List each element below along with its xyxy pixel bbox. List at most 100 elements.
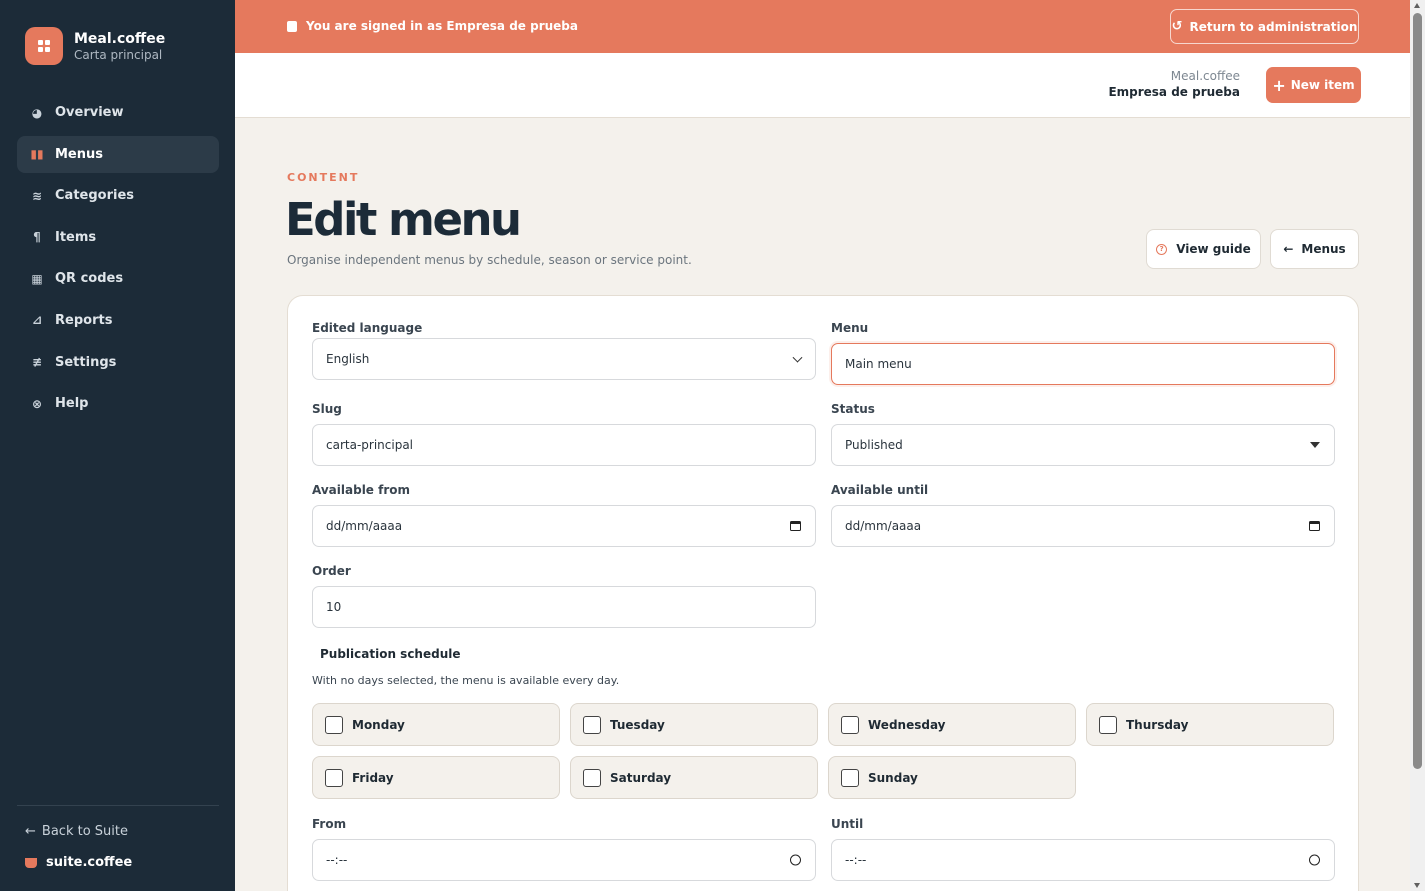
day-checkbox-tuesday[interactable]: Tuesday bbox=[570, 703, 818, 746]
utensils-icon: ¶ bbox=[33, 230, 41, 245]
impersonation-banner: You are signed in as Empresa de prueba ↺… bbox=[235, 0, 1410, 53]
calendar-icon[interactable] bbox=[790, 521, 801, 531]
day-label: Thursday bbox=[1126, 717, 1189, 732]
edited-language-select[interactable]: English bbox=[312, 338, 816, 380]
publication-schedule-description: With no days selected, the menu is avail… bbox=[312, 674, 620, 687]
until-time-value: --:-- bbox=[845, 853, 867, 867]
sidebar-item-categories[interactable]: ≋ Categories bbox=[17, 177, 219, 214]
back-to-suite-link[interactable]: ← Back to Suite bbox=[25, 824, 128, 839]
sidebar-item-label: Help bbox=[55, 396, 89, 412]
sidebar-item-label: Categories bbox=[55, 188, 135, 204]
clock-icon[interactable] bbox=[1309, 854, 1320, 866]
sidebar-item-label: Items bbox=[55, 229, 97, 245]
qr-code-icon: ▦ bbox=[31, 271, 43, 286]
scrollbar-thumb[interactable] bbox=[1413, 13, 1422, 769]
chevron-down-icon bbox=[792, 352, 803, 363]
sidebar-item-label: QR codes bbox=[55, 271, 124, 287]
available-until-date-input[interactable]: dd/mm/aaaa bbox=[831, 505, 1335, 547]
checkbox[interactable] bbox=[841, 768, 859, 787]
from-time-value: --:-- bbox=[326, 853, 348, 867]
day-label: Wednesday bbox=[868, 717, 946, 732]
app-logo-icon bbox=[25, 27, 63, 65]
new-item-button[interactable]: + New item bbox=[1266, 67, 1361, 103]
day-checkbox-sunday[interactable]: Sunday bbox=[828, 756, 1076, 799]
user-lock-icon bbox=[287, 20, 297, 32]
question-circle-icon: ? bbox=[1156, 243, 1168, 255]
return-to-administration-button[interactable]: ↺ Return to administration bbox=[1170, 9, 1359, 44]
slug-input[interactable]: carta-principal bbox=[312, 424, 816, 466]
suite-coffee-label: suite.coffee bbox=[46, 855, 133, 870]
day-label: Sunday bbox=[868, 770, 918, 785]
sidebar-item-settings[interactable]: ≢ Settings bbox=[17, 344, 219, 381]
status-select[interactable]: Published bbox=[831, 424, 1335, 466]
life-ring-icon: ⊗ bbox=[31, 396, 43, 411]
status-value: Published bbox=[845, 438, 903, 452]
edited-language-label: Edited language bbox=[312, 321, 423, 335]
menus-label: Menus bbox=[1301, 242, 1346, 256]
sidebar: Meal.coffee Carta principal ◕ Overview ▮… bbox=[0, 0, 235, 891]
calendar-icon[interactable] bbox=[1309, 521, 1320, 531]
page-scrollbar[interactable] bbox=[1410, 0, 1425, 891]
status-label: Status bbox=[831, 402, 875, 416]
day-checkbox-saturday[interactable]: Saturday bbox=[570, 756, 818, 799]
order-label: Order bbox=[312, 564, 351, 578]
checkbox[interactable] bbox=[325, 768, 343, 787]
day-checkbox-friday[interactable]: Friday bbox=[312, 756, 560, 799]
sliders-icon: ≢ bbox=[31, 355, 43, 370]
sidebar-item-menus[interactable]: ▮▮ Menus bbox=[17, 135, 219, 173]
checkbox[interactable] bbox=[841, 715, 859, 734]
top-bar: Meal.coffee Empresa de prueba + New item bbox=[235, 53, 1410, 118]
available-from-label: Available from bbox=[312, 483, 411, 497]
layers-icon: ≋ bbox=[31, 188, 43, 203]
day-label: Tuesday bbox=[610, 717, 665, 732]
edited-language-value: English bbox=[326, 352, 370, 366]
day-label: Friday bbox=[352, 770, 394, 785]
coffee-cup-icon bbox=[25, 857, 37, 868]
day-label: Saturday bbox=[610, 770, 672, 785]
checkbox[interactable] bbox=[583, 768, 601, 787]
order-input[interactable]: 10 bbox=[312, 586, 816, 628]
chart-pie-icon: ◕ bbox=[31, 105, 43, 120]
day-checkbox-thursday[interactable]: Thursday bbox=[1086, 703, 1334, 746]
until-time-label: Until bbox=[831, 817, 864, 831]
from-time-input[interactable]: --:-- bbox=[312, 839, 816, 881]
slug-value: carta-principal bbox=[326, 438, 413, 452]
until-time-input[interactable]: --:-- bbox=[831, 839, 1335, 881]
menu-name-input[interactable]: Main menu bbox=[831, 343, 1335, 385]
plus-icon: + bbox=[1272, 75, 1286, 95]
organization-info: Meal.coffee Empresa de prueba bbox=[1108, 69, 1240, 99]
clock-icon[interactable] bbox=[790, 854, 801, 866]
back-to-suite-label: Back to Suite bbox=[41, 824, 128, 839]
scroll-down-arrow-icon[interactable] bbox=[1414, 883, 1420, 888]
day-checkbox-monday[interactable]: Monday bbox=[312, 703, 560, 746]
sidebar-item-label: Menus bbox=[55, 146, 104, 162]
sidebar-item-help[interactable]: ⊗ Help bbox=[17, 385, 219, 422]
available-until-label: Available until bbox=[831, 483, 929, 497]
scroll-up-arrow-icon[interactable] bbox=[1414, 3, 1420, 8]
menu-name-label: Menu bbox=[831, 321, 869, 335]
brand-title: Meal.coffee bbox=[74, 30, 166, 47]
sidebar-item-overview[interactable]: ◕ Overview bbox=[17, 94, 219, 131]
brand[interactable]: Meal.coffee Carta principal bbox=[25, 27, 165, 65]
edit-menu-form: Edited language English Menu Main menu S… bbox=[287, 295, 1359, 891]
return-button-label: Return to administration bbox=[1189, 19, 1358, 34]
sidebar-item-items[interactable]: ¶ Items bbox=[17, 219, 219, 256]
sidebar-nav: ◕ Overview ▮▮ Menus ≋ Categories ¶ Items… bbox=[17, 94, 219, 427]
from-time-label: From bbox=[312, 817, 347, 831]
sidebar-item-qr-codes[interactable]: ▦ QR codes bbox=[17, 260, 219, 297]
checkbox[interactable] bbox=[583, 715, 601, 734]
view-guide-button[interactable]: ? View guide bbox=[1146, 229, 1261, 269]
checkbox[interactable] bbox=[325, 715, 343, 734]
app-name: Meal.coffee bbox=[1170, 69, 1240, 83]
day-checkbox-wednesday[interactable]: Wednesday bbox=[828, 703, 1076, 746]
brand-subtitle: Carta principal bbox=[74, 47, 163, 62]
undo-icon: ↺ bbox=[1171, 19, 1183, 34]
suite-coffee-link[interactable]: suite.coffee bbox=[25, 855, 132, 870]
checkbox[interactable] bbox=[1099, 715, 1117, 734]
page-description: Organise independent menus by schedule, … bbox=[287, 253, 692, 267]
sidebar-item-reports[interactable]: ⊿ Reports bbox=[17, 302, 219, 339]
sidebar-item-label: Overview bbox=[55, 105, 124, 120]
available-from-date-input[interactable]: dd/mm/aaaa bbox=[312, 505, 816, 547]
back-to-menus-button[interactable]: ← Menus bbox=[1270, 229, 1359, 269]
arrow-left-icon: ← bbox=[1283, 242, 1294, 256]
